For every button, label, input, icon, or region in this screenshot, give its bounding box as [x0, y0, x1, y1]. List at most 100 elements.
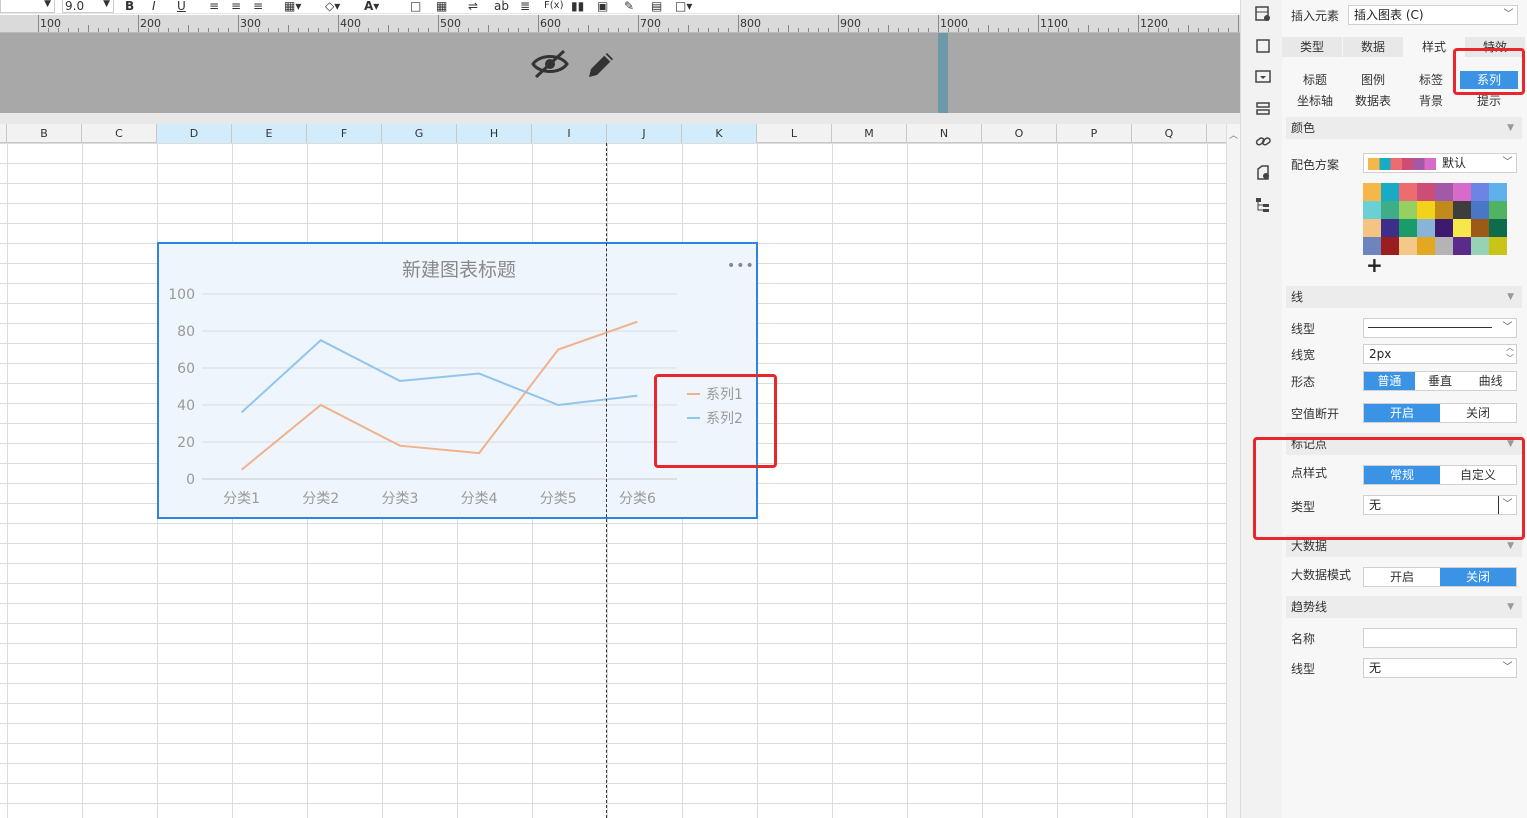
column-header[interactable]: E: [232, 124, 307, 143]
column-header[interactable]: B: [7, 124, 82, 143]
color-swatch[interactable]: [1471, 237, 1489, 255]
font-color-icon[interactable]: A▾: [364, 0, 379, 13]
form-vertical-option[interactable]: 垂直: [1415, 372, 1466, 390]
image-icon[interactable]: ▣: [597, 0, 608, 13]
bigdata-on-option[interactable]: 开启: [1364, 568, 1440, 586]
subtab-background[interactable]: 背景: [1402, 92, 1460, 110]
link-icon[interactable]: [1254, 132, 1272, 150]
color-swatch[interactable]: [1399, 201, 1417, 219]
column-header[interactable]: M: [832, 124, 907, 143]
color-swatch[interactable]: [1399, 183, 1417, 201]
null-break-off-option[interactable]: 关闭: [1440, 404, 1516, 422]
align-text-icon[interactable]: ≣: [520, 0, 530, 13]
trend-name-input[interactable]: [1363, 628, 1517, 648]
condition-icon[interactable]: [1254, 164, 1272, 182]
eye-hidden-icon[interactable]: [530, 47, 570, 81]
color-swatch[interactable]: [1399, 237, 1417, 255]
align-center-icon[interactable]: ≡: [231, 0, 241, 13]
pencil-icon[interactable]: [585, 47, 617, 81]
subtab-legend[interactable]: 图例: [1344, 71, 1402, 89]
bigdata-off-option[interactable]: 关闭: [1440, 568, 1516, 586]
add-color-button[interactable]: +: [1366, 253, 1383, 277]
color-swatch[interactable]: [1417, 183, 1435, 201]
tab-type[interactable]: 类型: [1282, 37, 1342, 57]
subtab-axis[interactable]: 坐标轴: [1286, 92, 1344, 110]
color-swatch[interactable]: [1363, 219, 1381, 237]
formula-button[interactable]: F(x): [544, 0, 563, 13]
column-header[interactable]: J: [607, 124, 682, 143]
bold-button[interactable]: B: [125, 0, 134, 13]
insert-element-select[interactable]: 插入图表 (C) ﹀: [1348, 5, 1518, 25]
column-header[interactable]: K: [682, 124, 757, 143]
document-icon[interactable]: ▤: [651, 0, 662, 13]
cell-element-icon[interactable]: [1254, 5, 1272, 23]
stepper-icon[interactable]: ︿ ﹀: [1506, 342, 1514, 364]
form-normal-option[interactable]: 普通: [1364, 372, 1415, 390]
merge-icon[interactable]: □: [410, 0, 421, 13]
color-swatch[interactable]: [1471, 201, 1489, 219]
color-swatch[interactable]: [1453, 237, 1471, 255]
font-size-select[interactable]: 9.0 ▼: [62, 0, 114, 13]
bar-chart-icon[interactable]: ▮▮: [571, 0, 584, 13]
color-scheme-select[interactable]: 默认 ﹀: [1363, 153, 1517, 173]
color-swatch[interactable]: [1435, 219, 1453, 237]
layers-icon[interactable]: [1254, 100, 1272, 118]
color-swatch[interactable]: [1381, 201, 1399, 219]
color-swatch[interactable]: [1489, 219, 1507, 237]
float-element-icon[interactable]: [1254, 37, 1272, 55]
column-header[interactable]: G: [382, 124, 457, 143]
color-swatch[interactable]: [1471, 219, 1489, 237]
widget-icon[interactable]: [1254, 68, 1272, 86]
shape-icon[interactable]: □▾: [675, 0, 692, 13]
color-swatch[interactable]: [1453, 201, 1471, 219]
line-type-select[interactable]: ﹀: [1363, 318, 1517, 338]
column-header[interactable]: D: [157, 124, 232, 143]
text-abc-button[interactable]: ab: [494, 0, 509, 13]
table-icon[interactable]: ▦: [436, 0, 447, 13]
color-swatch[interactable]: [1435, 201, 1453, 219]
column-header[interactable]: O: [982, 124, 1057, 143]
ruler-marker[interactable]: [938, 33, 948, 113]
column-header[interactable]: Q: [1132, 124, 1207, 143]
color-swatch[interactable]: [1435, 183, 1453, 201]
column-header[interactable]: I: [532, 124, 607, 143]
subtab-title[interactable]: 标题: [1286, 71, 1344, 89]
color-swatch[interactable]: [1381, 237, 1399, 255]
color-swatch[interactable]: [1471, 183, 1489, 201]
column-header-partial[interactable]: [0, 124, 7, 143]
section-trendline[interactable]: 趋势线 ▼: [1286, 596, 1522, 618]
subtab-datatable[interactable]: 数据表: [1344, 92, 1402, 110]
color-swatch[interactable]: [1453, 183, 1471, 201]
color-swatch[interactable]: [1399, 219, 1417, 237]
align-right-icon[interactable]: ≡: [253, 0, 263, 13]
font-family-select[interactable]: ▼: [0, 0, 55, 13]
column-header[interactable]: P: [1057, 124, 1132, 143]
pen-icon[interactable]: ✎: [624, 0, 634, 13]
color-swatch[interactable]: [1417, 237, 1435, 255]
vertical-scrollbar[interactable]: ︿: [1226, 124, 1240, 818]
form-curve-option[interactable]: 曲线: [1465, 372, 1516, 390]
color-swatch[interactable]: [1417, 201, 1435, 219]
column-header[interactable]: H: [457, 124, 532, 143]
chevron-up-icon[interactable]: ︿: [1229, 128, 1238, 141]
line-width-input[interactable]: 2px ︿ ﹀: [1363, 342, 1517, 364]
color-swatch[interactable]: [1381, 219, 1399, 237]
section-line[interactable]: 线 ▼: [1286, 286, 1522, 308]
italic-button[interactable]: I: [152, 0, 156, 13]
color-swatch[interactable]: [1453, 219, 1471, 237]
column-header[interactable]: C: [82, 124, 157, 143]
tree-icon[interactable]: [1254, 196, 1272, 214]
subtab-label[interactable]: 标签: [1402, 71, 1460, 89]
color-swatch[interactable]: [1417, 219, 1435, 237]
color-swatch[interactable]: [1489, 183, 1507, 201]
align-left-icon[interactable]: ≡: [209, 0, 219, 13]
column-header[interactable]: F: [307, 124, 382, 143]
underline-button[interactable]: U: [177, 0, 186, 13]
trend-line-type-select[interactable]: 无 ﹀: [1363, 658, 1517, 678]
column-header[interactable]: L: [757, 124, 832, 143]
chart-menu-icon[interactable]: •••: [727, 258, 755, 274]
color-swatch[interactable]: [1435, 237, 1453, 255]
color-swatch[interactable]: [1363, 201, 1381, 219]
color-swatch[interactable]: [1489, 237, 1507, 255]
border-icon[interactable]: ▦▾: [284, 0, 301, 13]
